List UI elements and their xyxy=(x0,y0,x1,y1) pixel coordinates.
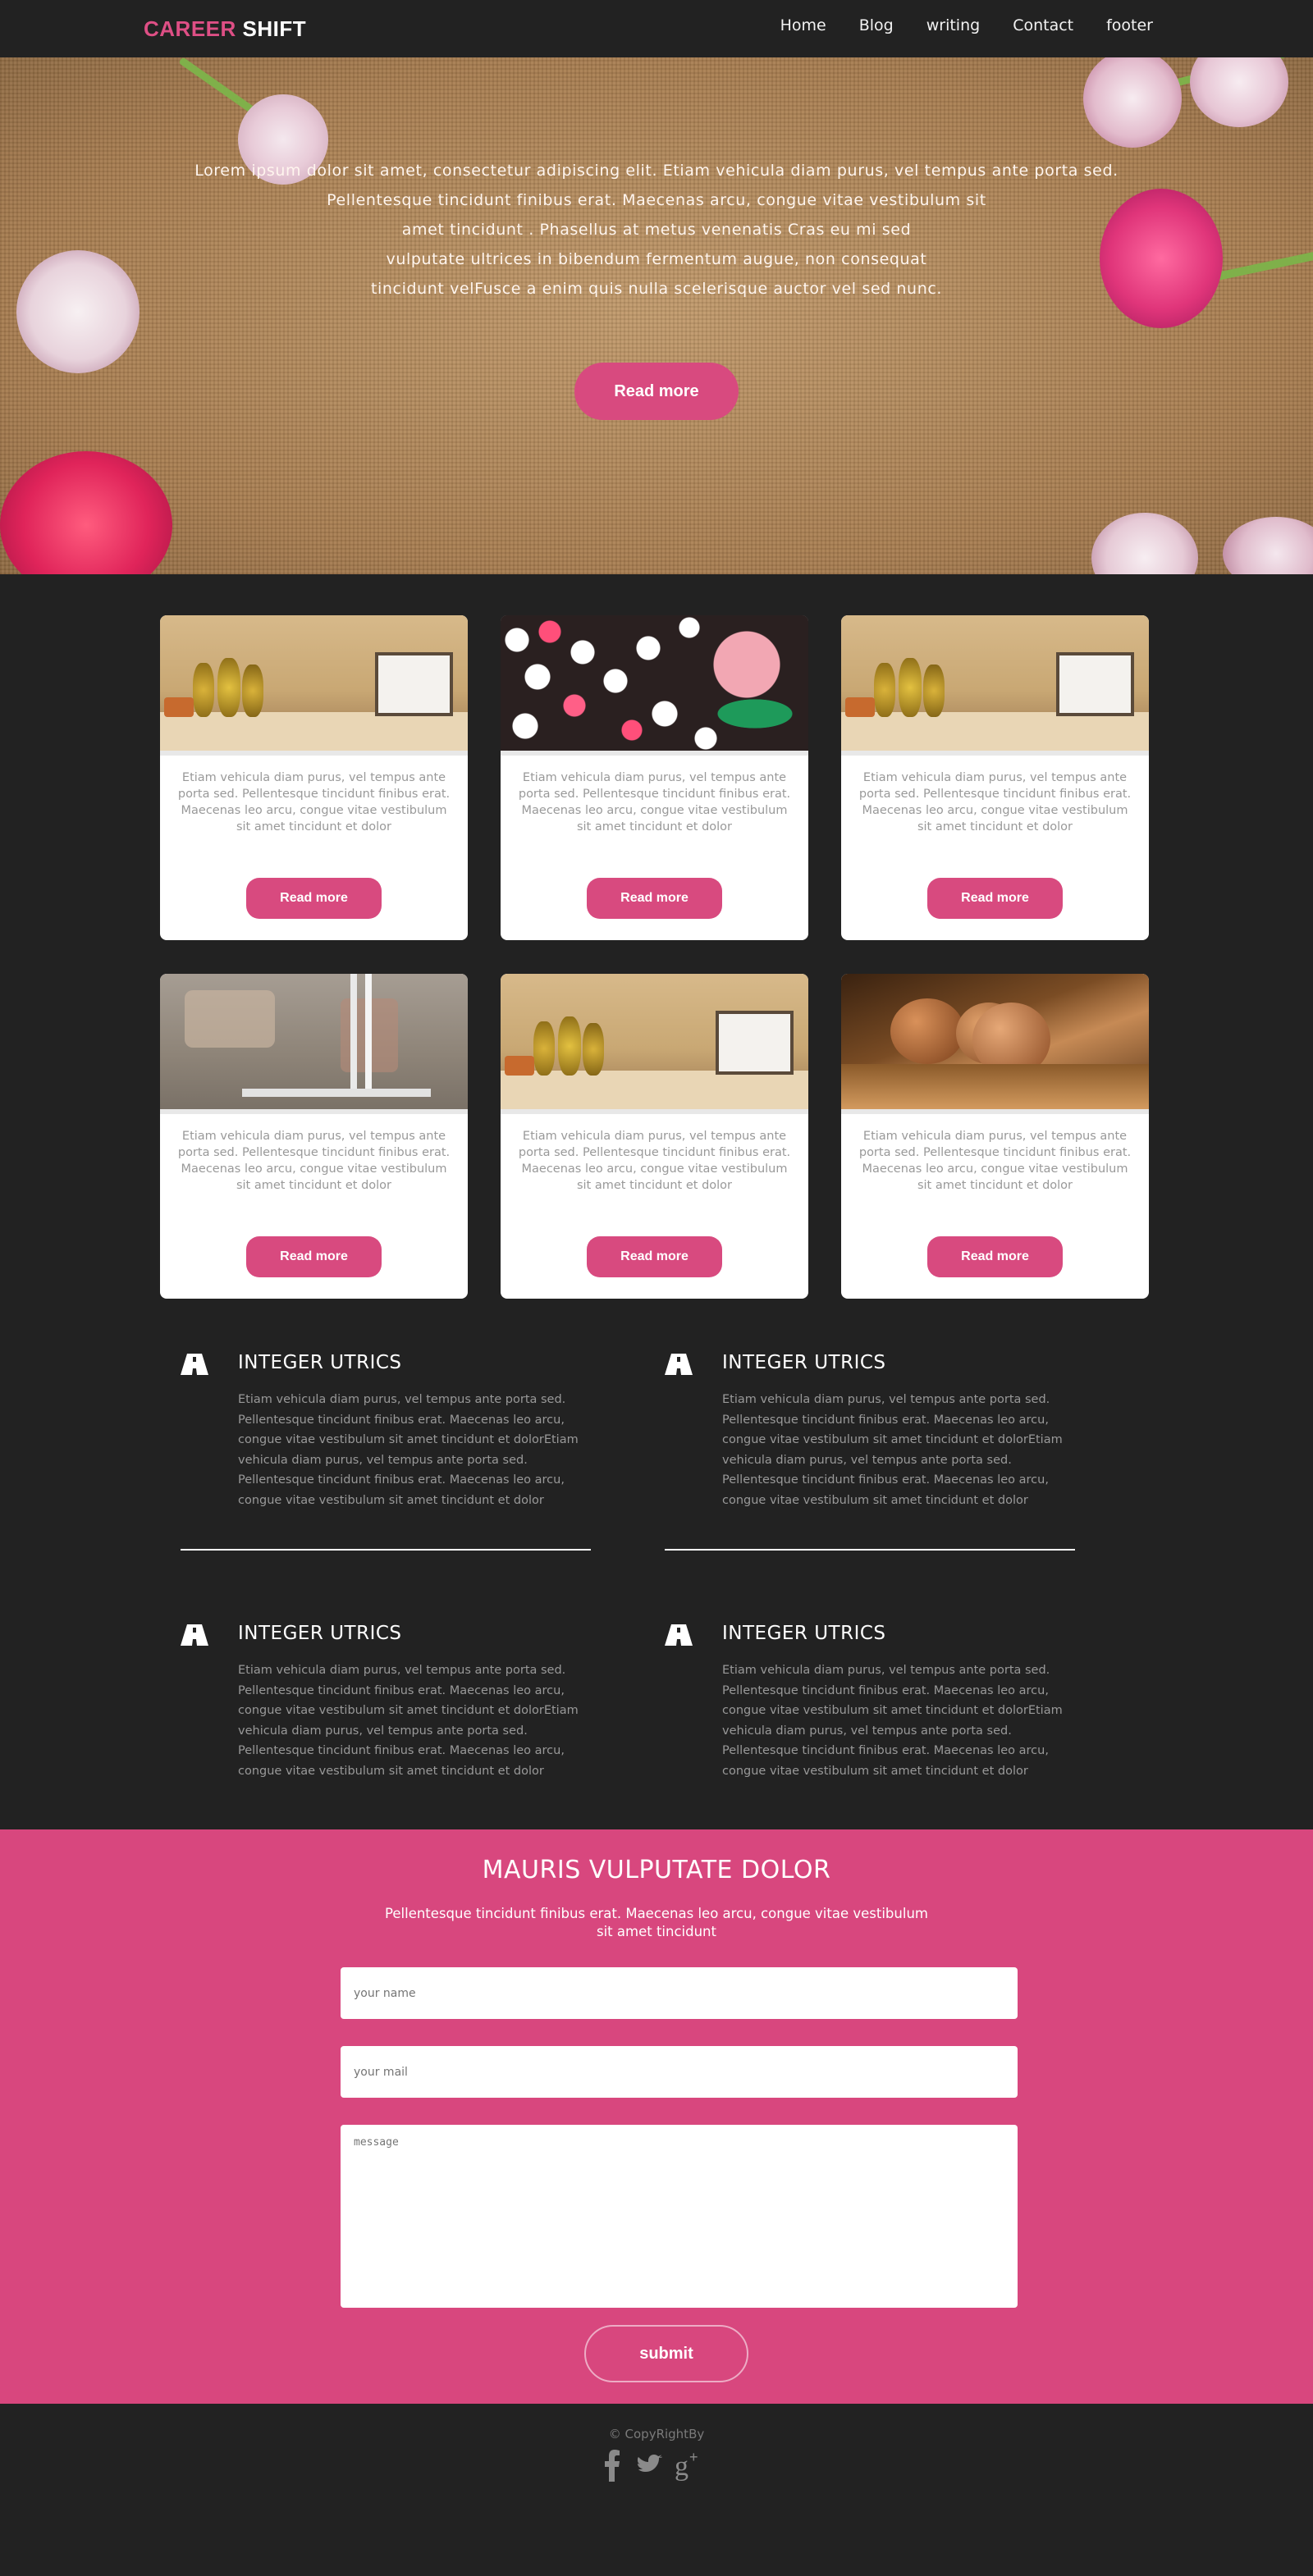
footer: © CopyRightBy g + xyxy=(0,2404,1313,2576)
pineapples-shelf-image xyxy=(841,615,1149,751)
pineapples-shelf-image xyxy=(160,615,468,751)
contact-subtitle-line: sit amet tincidunt xyxy=(597,1924,716,1939)
flower-decoration xyxy=(16,250,140,373)
card-read-more-button[interactable]: Read more xyxy=(246,1236,382,1277)
main-menu: Home Blog writing Contact footer xyxy=(748,16,1153,34)
contact-section: MAURIS VULPUTATE DOLOR Pellentesque tinc… xyxy=(0,1829,1313,2404)
feature-title: INTEGER UTRICS xyxy=(238,1352,402,1373)
nav-contact-link[interactable]: Contact xyxy=(1013,16,1073,34)
feature-block: INTEGER UTRICS Etiam vehicula diam purus… xyxy=(181,1352,591,1516)
flower-stem xyxy=(178,57,257,115)
contact-title: MAURIS VULPUTATE DOLOR xyxy=(482,1856,831,1884)
contact-subtitle-line: Pellentesque tincidunt finibus erat. Mae… xyxy=(385,1906,928,1921)
hero-text: Lorem ipsum dolor sit amet, consectetur … xyxy=(148,156,1165,304)
card-read-more-button[interactable]: Read more xyxy=(587,878,722,919)
feature-block: INTEGER UTRICS Etiam vehicula diam purus… xyxy=(665,1623,1075,1787)
floating-flowers-image xyxy=(501,615,808,751)
message-textarea[interactable] xyxy=(341,2125,1018,2308)
social-links: g + xyxy=(599,2449,714,2490)
hero-line: amet tincidunt . Phasellus at metus vene… xyxy=(401,221,912,239)
card: Etiam vehicula diam purus, vel tempus an… xyxy=(841,974,1149,1299)
hero-line: tincidunt velFusce a enim quis nulla sce… xyxy=(370,280,943,298)
card-text: Etiam vehicula diam purus, vel tempus an… xyxy=(177,771,451,834)
card-read-more-button[interactable]: Read more xyxy=(927,1236,1063,1277)
image-divider xyxy=(841,751,1149,756)
card-text: Etiam vehicula diam purus, vel tempus an… xyxy=(858,771,1132,834)
twitter-icon[interactable] xyxy=(637,2449,663,2482)
card-text: Etiam vehicula diam purus, vel tempus an… xyxy=(518,771,791,834)
card-read-more-button[interactable]: Read more xyxy=(246,878,382,919)
feature-title: INTEGER UTRICS xyxy=(722,1352,886,1373)
nav-footer-link[interactable]: footer xyxy=(1106,16,1153,34)
facebook-icon[interactable] xyxy=(604,2449,620,2482)
card-text: Etiam vehicula diam purus, vel tempus an… xyxy=(858,1130,1132,1192)
svg-text:g: g xyxy=(675,2451,689,2482)
feature-text: Etiam vehicula diam purus, vel tempus an… xyxy=(238,1664,579,1778)
hero-line: vulputate ultrices in bibendum fermentum… xyxy=(386,250,927,268)
email-input[interactable] xyxy=(341,2046,1018,2098)
hero-read-more-button[interactable]: Read more xyxy=(574,363,739,420)
card: Etiam vehicula diam purus, vel tempus an… xyxy=(160,974,468,1299)
flower-decoration xyxy=(1223,517,1313,574)
google-plus-icon[interactable]: g + xyxy=(675,2449,704,2482)
flower-decoration xyxy=(1091,513,1198,574)
flower-decoration xyxy=(1083,57,1182,148)
card: Etiam vehicula diam purus, vel tempus an… xyxy=(501,615,808,940)
card-read-more-button[interactable]: Read more xyxy=(587,1236,722,1277)
road-icon xyxy=(665,1354,693,1375)
card: Etiam vehicula diam purus, vel tempus an… xyxy=(501,974,808,1299)
nav-writing-link[interactable]: writing xyxy=(926,16,980,34)
nav-home-link[interactable]: Home xyxy=(780,16,826,34)
image-divider xyxy=(841,1109,1149,1114)
contact-subtitle: Pellentesque tincidunt finibus erat. Mae… xyxy=(382,1905,931,1941)
card-text: Etiam vehicula diam purus, vel tempus an… xyxy=(177,1130,451,1192)
brick-wall-lamp-image xyxy=(160,974,468,1109)
image-divider xyxy=(501,1109,808,1114)
feature-block: INTEGER UTRICS Etiam vehicula diam purus… xyxy=(665,1352,1075,1516)
image-divider xyxy=(160,1109,468,1114)
road-icon xyxy=(181,1624,208,1646)
feature-text: Etiam vehicula diam purus, vel tempus an… xyxy=(722,1664,1063,1778)
hero-banner: Lorem ipsum dolor sit amet, consectetur … xyxy=(0,57,1313,574)
pineapples-shelf-image xyxy=(501,974,808,1109)
section-divider xyxy=(665,1549,1075,1551)
feature-title: INTEGER UTRICS xyxy=(238,1623,402,1644)
submit-button[interactable]: submit xyxy=(584,2325,748,2382)
svg-text:+: + xyxy=(689,2449,698,2465)
hero-line: Pellentesque tincidunt finibus erat. Mae… xyxy=(327,191,986,209)
copyright-text: © CopyRightBy xyxy=(608,2427,705,2441)
card: Etiam vehicula diam purus, vel tempus an… xyxy=(160,615,468,940)
card-read-more-button[interactable]: Read more xyxy=(927,878,1063,919)
flower-decoration xyxy=(1190,57,1288,127)
card-text: Etiam vehicula diam purus, vel tempus an… xyxy=(518,1130,791,1192)
image-divider xyxy=(501,751,808,756)
feature-text: Etiam vehicula diam purus, vel tempus an… xyxy=(722,1393,1063,1507)
wooden-balls-image xyxy=(841,974,1149,1109)
road-icon xyxy=(665,1624,693,1646)
feature-block: INTEGER UTRICS Etiam vehicula diam purus… xyxy=(181,1623,591,1787)
hero-line: Lorem ipsum dolor sit amet, consectetur … xyxy=(194,162,1119,180)
nav-blog-link[interactable]: Blog xyxy=(859,16,894,34)
top-navbar: CAREER SHIFT Home Blog writing Contact f… xyxy=(0,0,1313,57)
brand-logo[interactable]: CAREER SHIFT xyxy=(144,16,306,42)
feature-title: INTEGER UTRICS xyxy=(722,1623,886,1644)
section-divider xyxy=(181,1549,591,1551)
card: Etiam vehicula diam purus, vel tempus an… xyxy=(841,615,1149,940)
brand-career: CAREER xyxy=(144,16,236,41)
name-input[interactable] xyxy=(341,1967,1018,2019)
flower-decoration xyxy=(0,451,172,574)
road-icon xyxy=(181,1354,208,1375)
brand-shift: SHIFT xyxy=(242,16,307,41)
feature-text: Etiam vehicula diam purus, vel tempus an… xyxy=(238,1393,579,1507)
image-divider xyxy=(160,751,468,756)
